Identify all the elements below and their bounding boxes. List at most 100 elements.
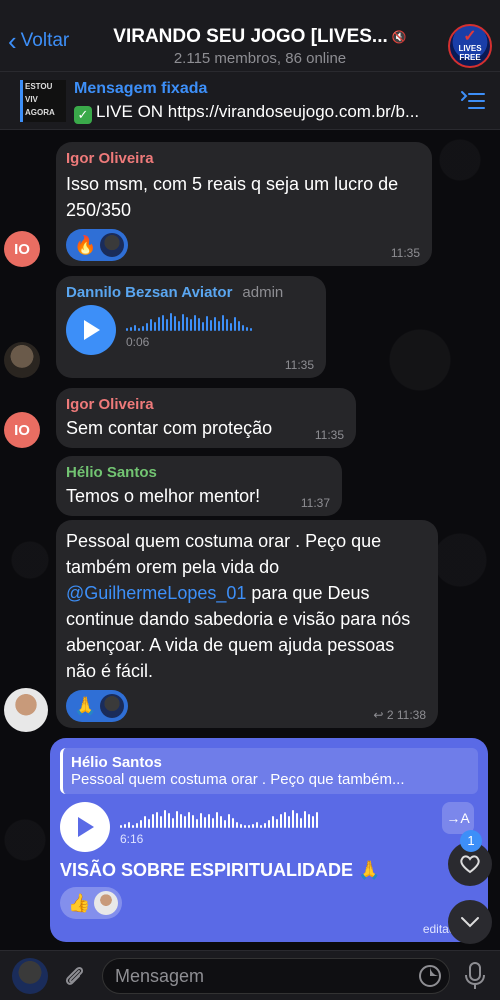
pinned-list-icon[interactable] [460,90,486,112]
reaction-chip[interactable]: 🔥 [66,229,129,261]
waveform-bar [124,824,126,828]
waveform-bar [238,321,240,331]
voice-message: 6:16 →A [60,802,478,852]
waveform-bar [202,322,204,331]
waveform-bar [250,328,252,331]
play-button[interactable] [66,305,116,355]
reply-sender: Hélio Santos [71,754,162,771]
sticker-icon[interactable] [418,964,442,988]
avatar-dannilo-bezsan[interactable] [4,342,40,378]
reaction-chip[interactable]: 👍 [60,887,123,919]
message-bubble[interactable]: Hélio Santos Temos o melhor mentor! 11:3… [56,456,342,516]
channel-avatar-text: LIVES FREE [458,44,482,62]
waveform-bar [194,315,196,331]
chevron-down-icon [461,917,479,928]
reactions-jump-button[interactable]: 1 [448,830,492,886]
message-sender: Dannilo Bezsan Aviator admin [66,284,284,301]
pinned-message-bar[interactable]: ESTOU VIV AGORA Mensagem fixada ✓ LIVE ON… [0,72,500,130]
waveform-bar [256,822,258,828]
waveform-bar [162,315,164,331]
reaction-chip[interactable]: 🙏 [66,690,129,722]
user-avatar[interactable] [12,958,48,994]
waveform-bar [134,325,136,331]
attach-icon[interactable] [62,963,86,989]
pinned-text: ✓ LIVE ON https://virandoseujogo.com.br/b… [74,102,454,124]
waveform-bar [248,825,250,828]
voice-waveform[interactable] [120,808,318,828]
voice-message: 0:06 [66,305,316,355]
message-bubble[interactable]: Igor Oliveira Sem contar com proteção 11… [56,388,356,448]
waveform-bar [198,318,200,331]
reactor-avatar [94,891,119,915]
message-bubble[interactable]: Pessoal quem costuma orar . Peço que tam… [56,520,438,728]
waveform-bar [166,319,168,331]
waveform-bar [232,818,234,828]
waveform-bar [146,323,148,331]
reply-preview-text: Pessoal quem costuma orar . Peço que tam… [71,771,405,788]
chat-title: VIRANDO SEU JOGO [LIVES... [113,26,388,47]
waveform-bar [190,319,192,331]
waveform-bar [168,813,170,828]
waveform-bar [196,819,198,828]
waveform-bar [220,816,222,828]
waveform-bar [120,825,122,828]
message-bubble[interactable]: Igor Oliveira Isso msm, com 5 reais q se… [56,142,432,266]
avatar-igor-oliveira[interactable]: IO [4,412,40,448]
waveform-bar [140,820,142,828]
reactions-row: 🔥 [66,229,422,261]
waveform-bar [156,812,158,828]
waveform-bar [288,816,290,828]
message-text: Isso msm, com 5 reais q seja um lucro de… [66,174,399,220]
waveform-bar [260,825,262,828]
reactions-count-badge: 1 [460,830,482,852]
waveform-bar [126,328,128,331]
waveform-bar [164,810,166,828]
waveform-bar [224,820,226,828]
reply-quote[interactable]: Hélio Santos Pessoal quem costuma orar .… [60,748,478,794]
waveform-bar [210,320,212,331]
fire-emoji: 🔥 [74,234,97,255]
message-text: Pessoal quem costuma orar . Peço que tam… [66,531,411,681]
waveform-bar [172,818,174,828]
waveform-bar [188,812,190,828]
microphone-icon[interactable] [464,961,486,991]
waveform-bar [192,815,194,828]
scroll-down-button[interactable] [448,900,492,944]
waveform-bar [144,816,146,828]
waveform-bar [292,810,294,828]
waveform-bar [208,814,210,828]
voice-waveform[interactable] [126,311,252,331]
play-button[interactable] [60,802,110,852]
waveform-bar [272,816,274,828]
chat-subtitle: 2.115 membros, 86 online [173,50,347,67]
check-mark-icon: ✓ [74,106,92,124]
chat-title-area[interactable]: VIRANDO SEU JOGO [LIVES... 🔇 2.115 membr… [100,26,420,67]
chevron-left-icon: ‹ [8,26,17,56]
muted-icon: 🔇 [391,30,407,44]
waveform-bar [154,322,156,331]
avatar-helio-santos[interactable] [4,688,48,732]
back-button[interactable]: ‹ Voltar [8,26,69,56]
admin-tag: admin [242,284,284,301]
channel-avatar[interactable]: ✓ LIVES FREE [448,24,492,68]
waveform-bar [174,316,176,331]
pinned-label: Mensagem fixada [74,80,208,97]
waveform-bar [184,816,186,828]
message-time: 11:35 [314,428,344,442]
message-bubble[interactable]: Dannilo Bezsan Aviator admin 0:06 11:35 [56,276,326,378]
message-input[interactable]: Mensagem [102,958,450,994]
waveform-bar [268,820,270,828]
voice-duration: 0:06 [126,335,150,349]
praying-hands-emoji: 🙏 [74,695,97,716]
user-mention-link[interactable]: @GuilhermeLopes_01 [66,583,246,603]
waveform-bar [214,317,216,331]
waveform-bar [136,823,138,828]
outgoing-message-bubble[interactable]: Hélio Santos Pessoal quem costuma orar .… [50,738,488,942]
avatar-igor-oliveira[interactable]: IO [4,231,40,267]
reactor-avatar [100,233,125,257]
waveform-bar [216,812,218,828]
waveform-bar [182,314,184,331]
waveform-bar [226,319,228,331]
reactor-avatar [100,694,125,718]
waveform-bar [242,325,244,331]
